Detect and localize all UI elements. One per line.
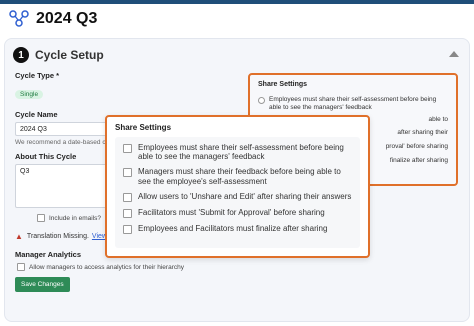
share-option-text: Employees must share their self-assessme… [138, 143, 344, 162]
share-option-text: finalize after sharing [389, 156, 448, 164]
share-option-text: proval' before sharing [385, 143, 448, 151]
share-option-text: Facilitators must 'Submit for Approval' … [138, 207, 325, 217]
share-option-text: able to [428, 115, 448, 123]
share-option-row[interactable]: Employees and Facilitators must finalize… [123, 224, 352, 234]
share-settings-panel: Share Settings Employees must share thei… [105, 115, 370, 258]
share-option-radio[interactable] [258, 97, 265, 104]
manager-analytics-checkbox[interactable] [17, 263, 25, 271]
warning-text: Translation Missing. [26, 233, 89, 240]
share-option-checkbox[interactable] [123, 224, 132, 234]
cycle-type-label: Cycle Type * [15, 71, 60, 80]
warning-icon: ▲ [15, 232, 23, 241]
share-option-checkbox[interactable] [123, 168, 132, 178]
share-option-row[interactable]: Employees must share their self-assessme… [123, 143, 352, 161]
chevron-up-icon[interactable] [449, 51, 459, 57]
page-header: 2024 Q3 [0, 4, 474, 34]
share-option-text: Employees must share their self-assessme… [269, 96, 437, 111]
section-title: Cycle Setup [35, 48, 104, 62]
share-settings-title: Share Settings [258, 81, 308, 88]
share-option-row[interactable]: Managers must share their feedback befor… [123, 167, 352, 186]
section-header[interactable]: 1 Cycle Setup [13, 47, 104, 63]
share-option-checkbox[interactable] [123, 144, 132, 153]
page-title: 2024 Q3 [36, 10, 98, 27]
cycle-type-badge: Single [15, 90, 44, 99]
share-option-row[interactable]: Facilitators must 'Submit for Approval' … [123, 208, 352, 218]
step-number-badge: 1 [13, 47, 29, 63]
manager-analytics-row[interactable]: Allow managers to access analytics for t… [15, 263, 245, 271]
share-option-text: Allow users to 'Unshare and Edit' after … [138, 191, 352, 201]
save-changes-button[interactable]: Save Changes [15, 277, 70, 292]
share-settings-title: Share Settings [115, 123, 172, 132]
share-option-row[interactable]: Allow users to 'Unshare and Edit' after … [123, 192, 352, 202]
manager-analytics-option: Allow managers to access analytics for t… [29, 263, 184, 271]
share-option-text: after sharing their [397, 129, 448, 137]
include-in-emails-checkbox[interactable] [37, 214, 45, 222]
share-option-text: Employees and Facilitators must finalize… [138, 223, 328, 233]
share-option-row[interactable]: Employees must share their self-assessme… [258, 96, 448, 112]
share-option-checkbox[interactable] [123, 192, 132, 202]
share-option-text: Managers must share their feedback befor… [138, 167, 341, 186]
people-network-icon [9, 10, 29, 27]
share-settings-options: Employees must share their self-assessme… [115, 137, 360, 248]
share-option-checkbox[interactable] [123, 208, 132, 218]
include-in-emails-label: Include in emails? [49, 214, 102, 222]
